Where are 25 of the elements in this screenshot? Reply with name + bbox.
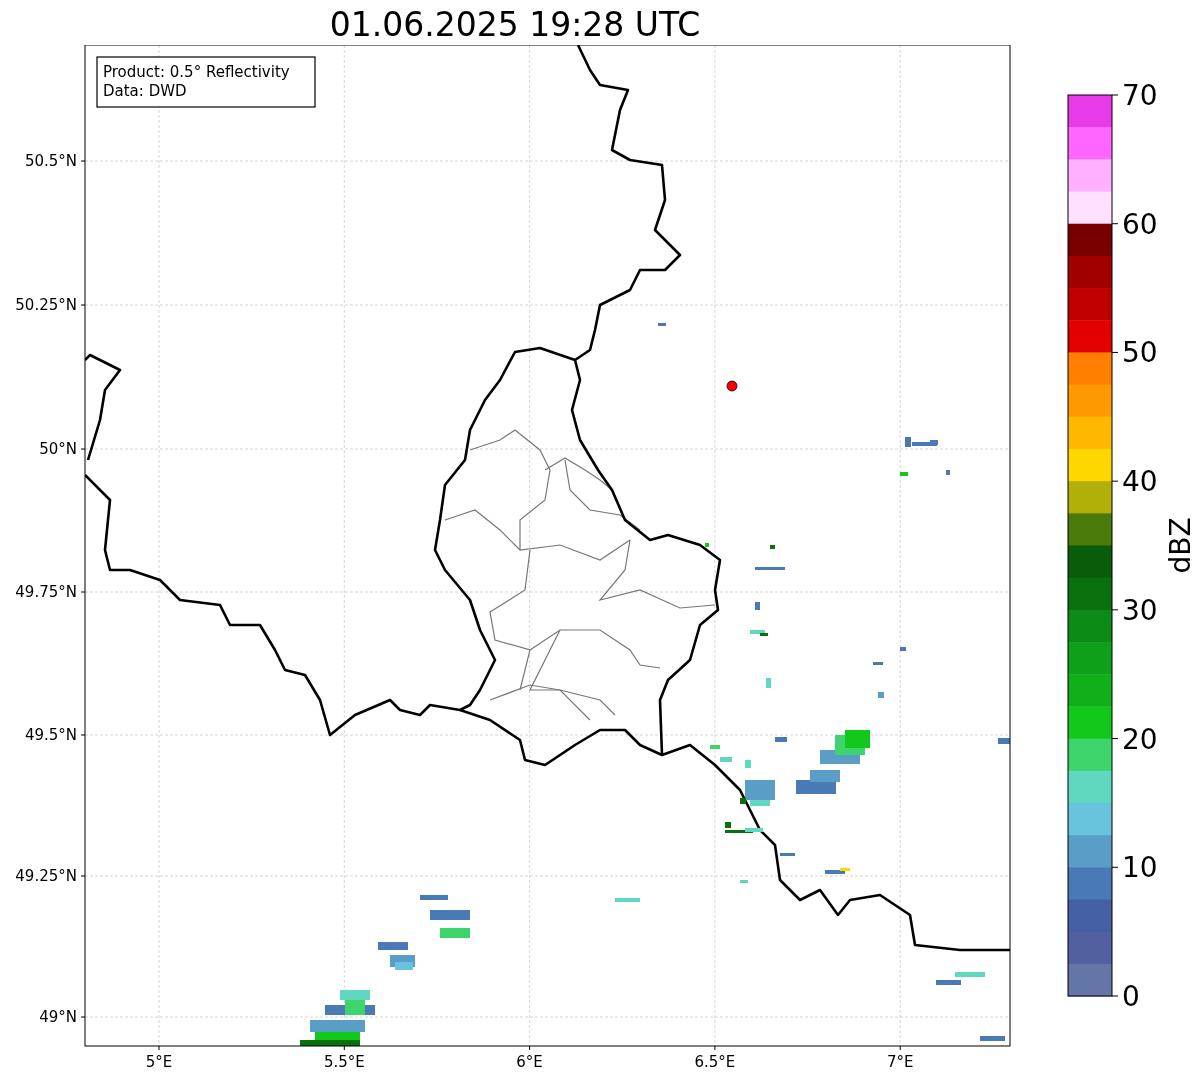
colorbar-tick-label: 40 xyxy=(1122,465,1158,499)
info-text: Product: 0.5° Reflectivity xyxy=(103,63,290,81)
longitude-label: 6.5°E xyxy=(694,1053,736,1071)
latitude-label: 49.5°N xyxy=(24,726,77,744)
radar-site-marker xyxy=(726,380,738,392)
longitude-label: 7°E xyxy=(886,1053,914,1071)
latitude-label: 50.5°N xyxy=(24,152,77,170)
colorbar-label: dBZ xyxy=(1164,517,1197,574)
latitude-label: 49.75°N xyxy=(15,583,77,601)
longitude-label: 5.5°E xyxy=(323,1053,365,1071)
colorbar-tick-label: 50 xyxy=(1122,336,1158,370)
longitude-label: 6°E xyxy=(516,1053,543,1071)
colorbar-tick-label: 20 xyxy=(1122,722,1158,756)
latitude-label: 50.25°N xyxy=(15,296,77,314)
colorbar-tick-label: 60 xyxy=(1122,207,1158,241)
latitude-label: 50°N xyxy=(39,440,77,458)
latitude-label: 49.25°N xyxy=(15,867,77,885)
longitude-label: 5°E xyxy=(145,1053,173,1071)
colorbar-tick-label: 0 xyxy=(1122,980,1140,1013)
plot-title: 01.06.2025 19:28 UTC xyxy=(328,4,702,45)
info-text: Data: DWD xyxy=(103,82,187,100)
colorbar-tick-label: 70 xyxy=(1122,79,1158,112)
colorbar-tick-label: 10 xyxy=(1122,851,1158,885)
colorbar-tick-label: 30 xyxy=(1122,593,1158,627)
latitude-label: 49°N xyxy=(39,1008,77,1026)
